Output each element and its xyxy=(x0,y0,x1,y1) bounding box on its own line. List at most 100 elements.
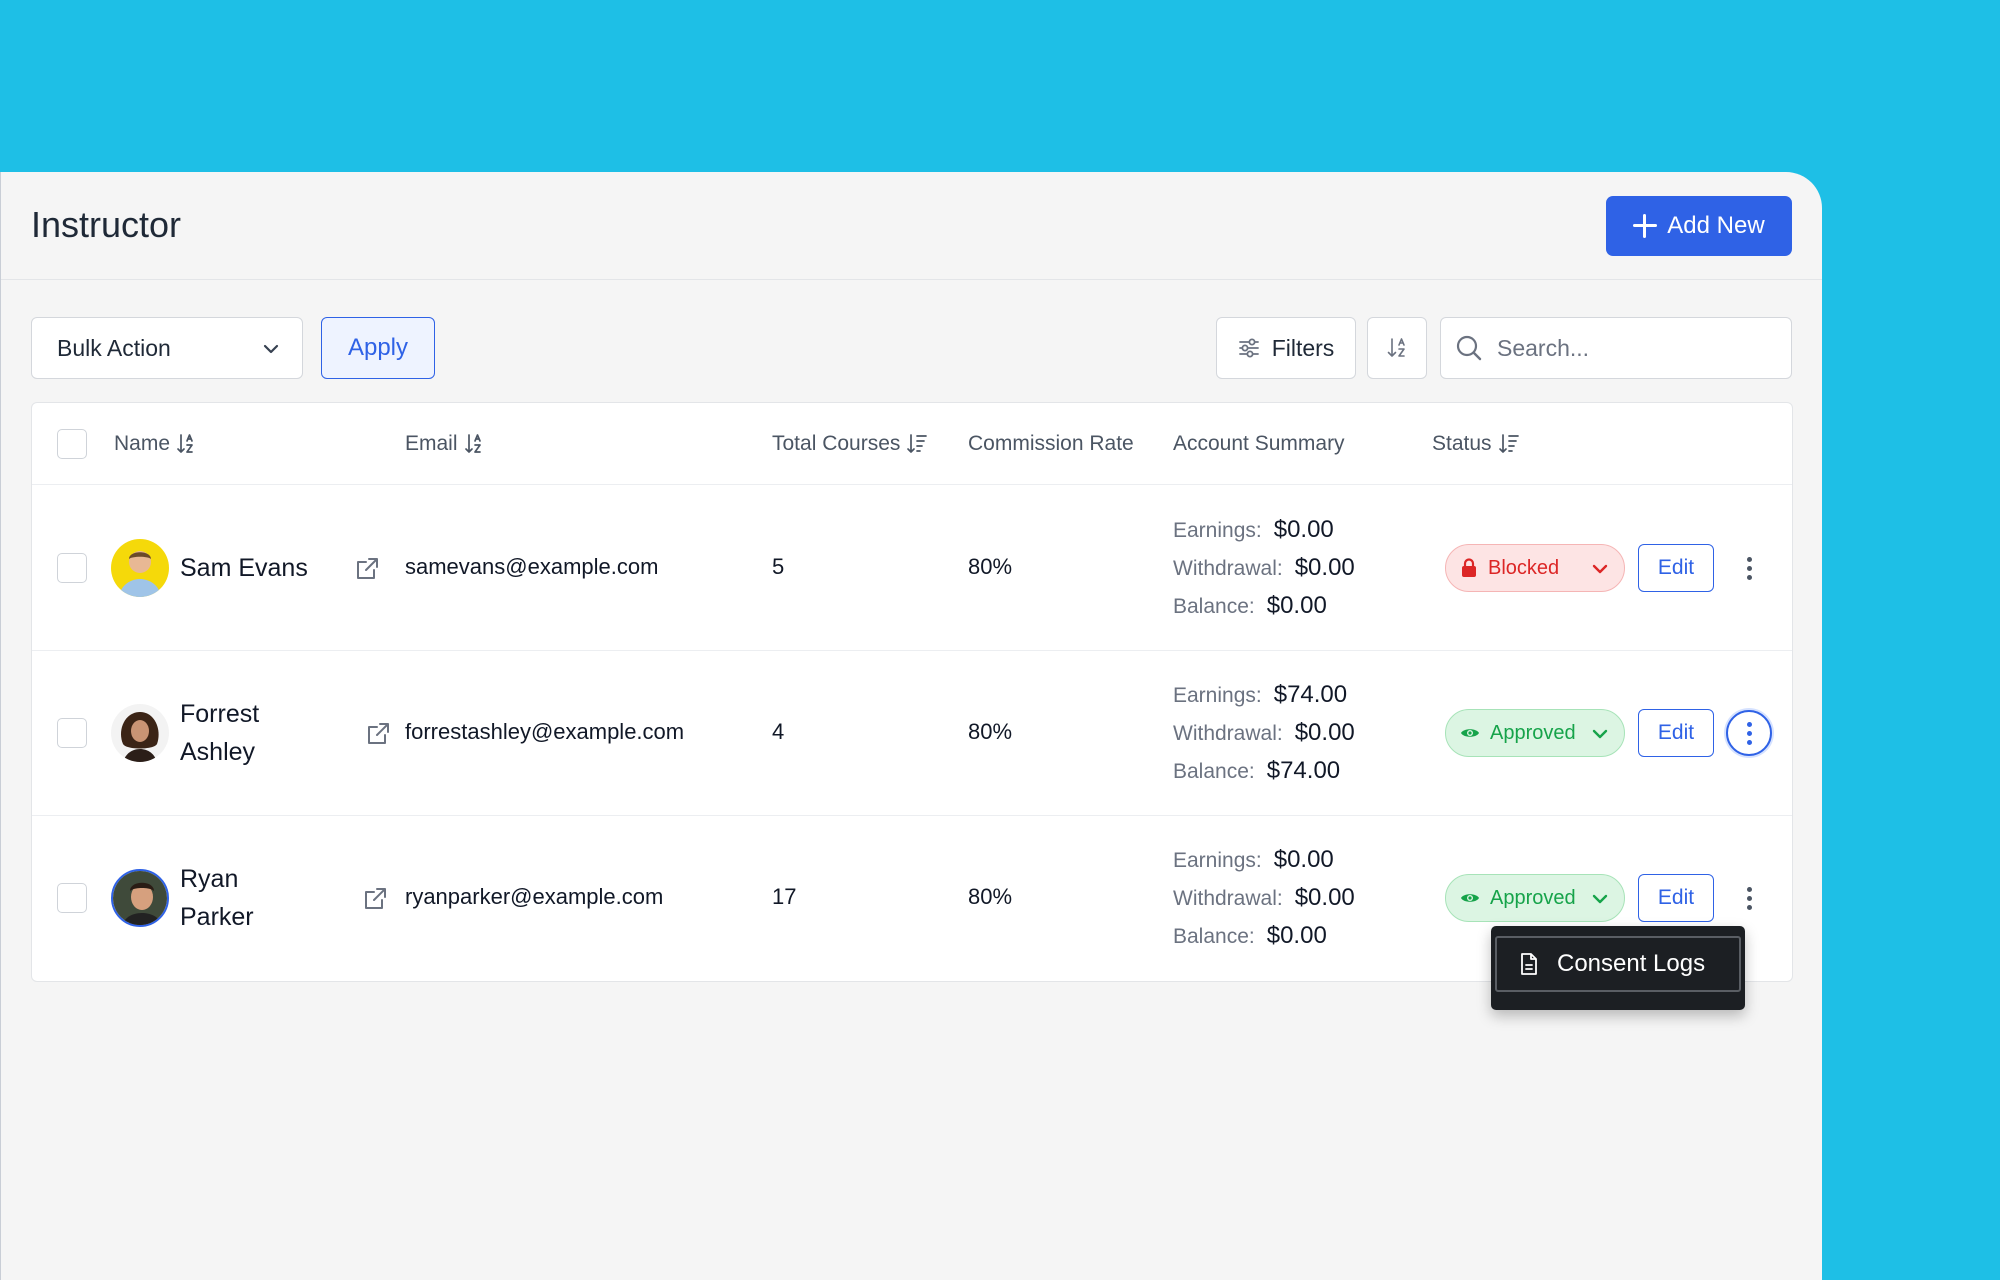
balance-label: Balance: xyxy=(1173,595,1255,618)
instructor-name[interactable]: Ryan Parker xyxy=(180,860,290,936)
withdrawal-value: $0.00 xyxy=(1294,719,1355,746)
column-total-courses[interactable]: Total Courses xyxy=(772,403,928,485)
email-cell: samevans@example.com xyxy=(405,554,659,579)
column-email[interactable]: Email xyxy=(405,403,484,485)
column-account-summary-label: Account Summary xyxy=(1173,432,1345,455)
menu-item-label: Consent Logs xyxy=(1557,950,1706,977)
account-summary: Earnings: $0.00 Withdrawal: $0.00 Balance:… xyxy=(1173,841,1355,955)
external-link-icon[interactable] xyxy=(365,721,391,747)
eye-icon xyxy=(1461,729,1479,737)
earnings-label: Earnings: xyxy=(1173,849,1262,872)
column-commission-rate: Commission Rate xyxy=(968,403,1134,485)
page-title: Instructor xyxy=(31,204,182,245)
search-input[interactable] xyxy=(1497,334,1777,362)
more-options-icon[interactable] xyxy=(1726,710,1772,756)
status-label: Approved xyxy=(1490,721,1576,744)
search-icon xyxy=(1456,335,1482,361)
balance-value: $0.00 xyxy=(1266,922,1327,949)
more-options-icon[interactable] xyxy=(1726,545,1772,591)
chevron-down-icon xyxy=(1592,729,1608,739)
balance-value: $0.00 xyxy=(1266,592,1327,619)
edit-button[interactable]: Edit xyxy=(1638,709,1714,757)
table-header: Name Email Total Courses Commission Rate… xyxy=(32,403,1792,485)
sliders-icon xyxy=(1238,338,1259,358)
lock-icon xyxy=(1462,558,1476,577)
earnings-value: $74.00 xyxy=(1273,681,1348,708)
row-checkbox[interactable] xyxy=(57,553,87,583)
more-options-icon[interactable] xyxy=(1726,875,1772,921)
balance-value: $74.00 xyxy=(1266,757,1341,784)
total-courses-cell: 4 xyxy=(772,719,785,744)
column-account-summary: Account Summary xyxy=(1173,403,1345,485)
sort-az-icon xyxy=(464,434,481,453)
sort-button[interactable] xyxy=(1367,317,1427,379)
email-cell: ryanparker@example.com xyxy=(405,884,664,909)
row-checkbox[interactable] xyxy=(57,718,87,748)
total-courses-cell: 5 xyxy=(772,554,785,579)
sort-desc-icon xyxy=(907,434,928,453)
add-new-button[interactable]: Add New xyxy=(1606,196,1792,256)
status-select[interactable]: Approved xyxy=(1445,874,1625,922)
filters-button[interactable]: Filters xyxy=(1216,317,1356,379)
column-name[interactable]: Name xyxy=(114,403,196,485)
sort-desc-icon xyxy=(1498,434,1519,453)
chevron-down-icon xyxy=(1592,564,1608,574)
withdrawal-value: $0.00 xyxy=(1294,554,1355,581)
eye-icon xyxy=(1461,894,1479,902)
avatar xyxy=(111,539,169,597)
status-select[interactable]: Approved xyxy=(1445,709,1625,757)
select-all-checkbox[interactable] xyxy=(57,429,87,459)
avatar xyxy=(111,869,169,927)
commission-rate-cell: 80% xyxy=(968,884,1013,909)
earnings-label: Earnings: xyxy=(1173,519,1262,542)
bulk-action-select[interactable]: Bulk Action xyxy=(31,317,303,379)
edit-button[interactable]: Edit xyxy=(1638,544,1714,592)
balance-label: Balance: xyxy=(1173,760,1255,783)
filters-label: Filters xyxy=(1271,334,1335,361)
table-row: Forrest Ashley forrestashley@example.com… xyxy=(32,651,1792,816)
column-email-label: Email xyxy=(405,432,458,455)
chevron-down-icon xyxy=(1592,894,1608,904)
withdrawal-label: Withdrawal: xyxy=(1173,557,1283,580)
add-new-label: Add New xyxy=(1667,212,1765,239)
balance-label: Balance: xyxy=(1173,925,1255,948)
withdrawal-label: Withdrawal: xyxy=(1173,722,1283,745)
instructor-table: Name Email Total Courses Commission Rate… xyxy=(31,402,1793,982)
withdrawal-label: Withdrawal: xyxy=(1173,887,1283,910)
page-header: Instructor Add New xyxy=(1,172,1822,280)
sort-az-icon xyxy=(177,434,193,453)
external-link-icon[interactable] xyxy=(362,886,388,912)
column-total-courses-label: Total Courses xyxy=(772,432,901,455)
withdrawal-value: $0.00 xyxy=(1294,884,1355,911)
instructor-name[interactable]: Forrest Ashley xyxy=(180,695,290,771)
avatar xyxy=(111,704,169,762)
document-icon xyxy=(1521,953,1537,975)
search-box[interactable] xyxy=(1440,317,1792,379)
menu-item-consent-logs[interactable]: Consent Logs xyxy=(1495,936,1741,992)
status-label: Blocked xyxy=(1488,556,1560,579)
table-row: Sam Evans samevans@example.com 5 80% Ear… xyxy=(32,486,1792,651)
toolbar: Bulk Action Apply Filters xyxy=(1,317,1822,379)
bulk-action-value: Bulk Action xyxy=(57,334,171,361)
row-checkbox[interactable] xyxy=(57,883,87,913)
chevron-down-icon xyxy=(263,344,279,354)
external-link-icon[interactable] xyxy=(354,556,380,582)
row-options-menu: Consent Logs xyxy=(1491,926,1745,1010)
column-name-label: Name xyxy=(114,432,171,455)
edit-button[interactable]: Edit xyxy=(1638,874,1714,922)
plus-icon xyxy=(1633,214,1658,238)
column-status[interactable]: Status xyxy=(1432,403,1520,485)
earnings-value: $0.00 xyxy=(1273,846,1334,873)
commission-rate-cell: 80% xyxy=(968,554,1013,579)
commission-rate-cell: 80% xyxy=(968,719,1013,744)
instructor-name[interactable]: Sam Evans xyxy=(180,549,308,587)
total-courses-cell: 17 xyxy=(772,884,797,909)
earnings-label: Earnings: xyxy=(1173,684,1262,707)
column-status-label: Status xyxy=(1432,432,1492,455)
account-summary: Earnings: $0.00 Withdrawal: $0.00 Balance:… xyxy=(1173,511,1355,625)
status-select[interactable]: Blocked xyxy=(1445,544,1625,592)
earnings-value: $0.00 xyxy=(1273,516,1334,543)
account-summary: Earnings: $74.00 Withdrawal: $0.00 Balance… xyxy=(1173,676,1355,790)
column-commission-rate-label: Commission Rate xyxy=(968,432,1134,455)
apply-button[interactable]: Apply xyxy=(321,317,435,379)
